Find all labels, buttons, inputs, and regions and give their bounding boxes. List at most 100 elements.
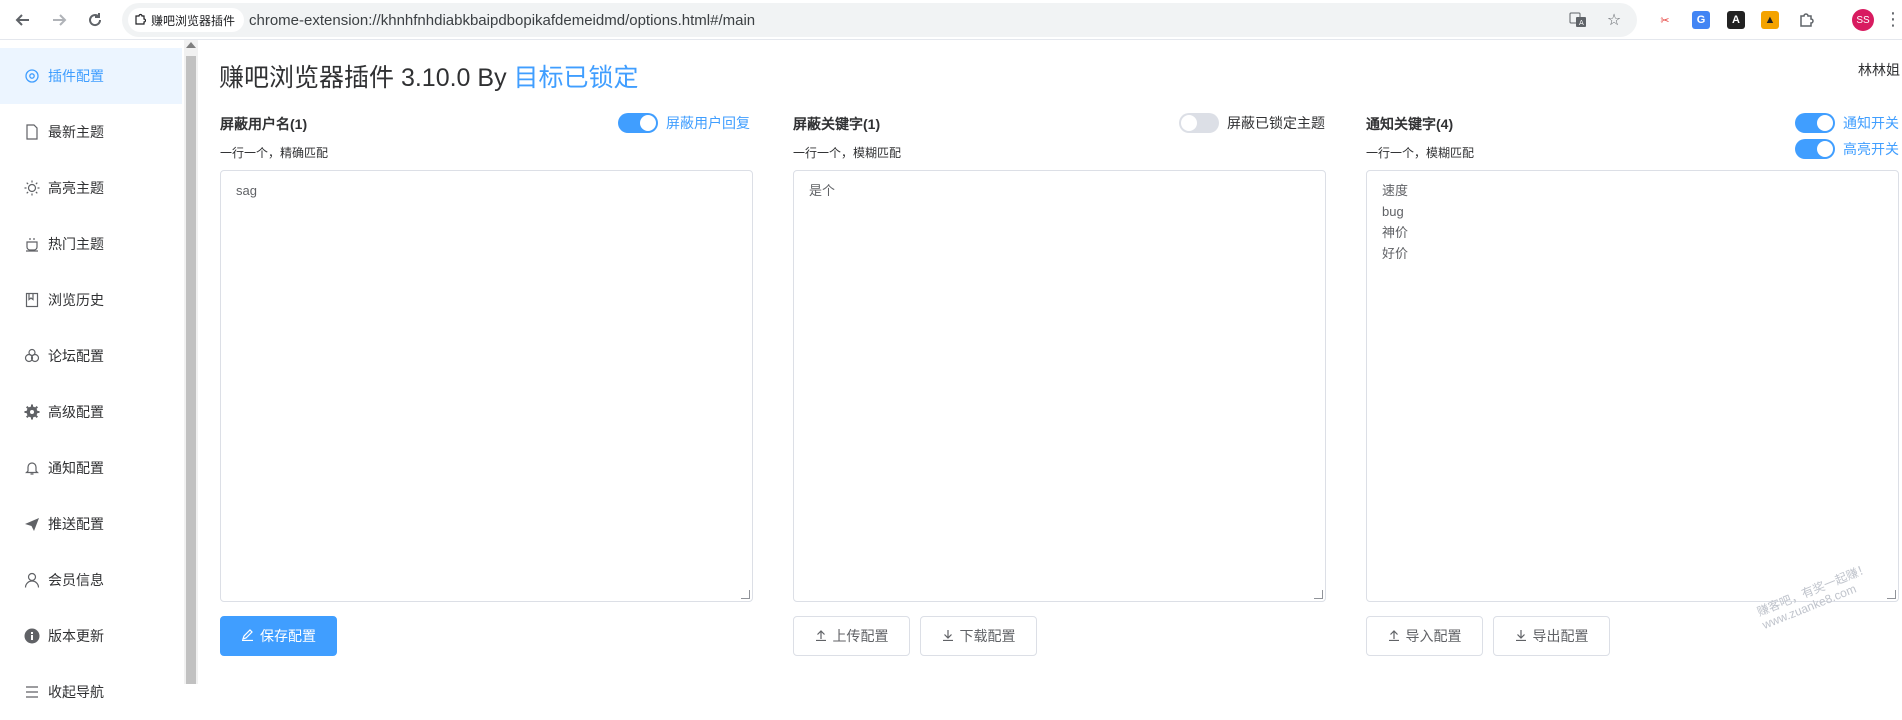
sidebar-item-label: 论坛配置 (48, 348, 104, 364)
extension-dark-icon[interactable]: A (1727, 11, 1745, 29)
button-label: 保存配置 (260, 628, 316, 644)
download-config-button[interactable]: 下载配置 (920, 616, 1037, 656)
block-locked-topics-toggle[interactable]: 屏蔽已锁定主题 (1179, 113, 1325, 133)
sidebar-item-notify[interactable]: 通知配置 (0, 440, 182, 496)
extension-chip-label: 赚吧浏览器插件 (151, 13, 236, 28)
toggle-label: 高亮开关 (1843, 141, 1899, 157)
toggle-switch[interactable] (1795, 113, 1835, 133)
sidebar-item-collapse[interactable]: 收起导航 (0, 664, 182, 720)
block-users-textarea[interactable]: sag (220, 170, 753, 602)
page-title: 赚吧浏览器插件 3.10.0 By 目标已锁定 (219, 58, 639, 94)
textarea-line: 神价 (1382, 225, 1409, 240)
sidebar-item-advanced[interactable]: 高级配置 (0, 384, 182, 440)
button-label: 导入配置 (1405, 628, 1462, 644)
toggle-label: 屏蔽用户回复 (666, 115, 750, 131)
gear-icon (24, 404, 40, 420)
scroll-up-arrow-icon[interactable] (186, 42, 196, 48)
sidebar-item-forum[interactable]: 论坛配置 (0, 328, 182, 384)
sidebar-item-label: 推送配置 (48, 516, 104, 532)
download-icon (1515, 628, 1527, 644)
more-menu-icon[interactable]: ⋮ (1884, 10, 1902, 28)
sidebar-item-label: 版本更新 (48, 628, 104, 644)
send-icon (24, 516, 40, 532)
sidebar-item-label: 收起导航 (48, 684, 104, 700)
fold-icon (24, 684, 40, 700)
document-icon (24, 124, 40, 140)
button-label: 下载配置 (959, 628, 1016, 644)
sidebar-item-highlight[interactable]: 高亮主题 (0, 160, 182, 216)
svg-text:A: A (1579, 19, 1584, 27)
sun-icon (24, 180, 40, 196)
author-link[interactable]: 目标已锁定 (514, 64, 639, 92)
block-user-reply-toggle[interactable]: 屏蔽用户回复 (618, 113, 750, 133)
save-config-button[interactable]: 保存配置 (220, 616, 337, 656)
toggle-switch[interactable] (1795, 139, 1835, 159)
user-name[interactable]: 林林姐 (1858, 60, 1900, 80)
textarea-line: sag (236, 183, 257, 198)
edit-icon (241, 628, 254, 644)
extension-orange-icon[interactable]: ▲ (1761, 11, 1779, 29)
download-icon (942, 628, 954, 644)
block-keywords-hint: 一行一个，模糊匹配 (793, 146, 902, 160)
upload-icon (815, 628, 827, 644)
sidebar-item-hot[interactable]: 热门主题 (0, 216, 182, 272)
translate-icon[interactable]: A (1568, 10, 1588, 30)
button-label: 导出配置 (1532, 628, 1589, 644)
toggle-label: 屏蔽已锁定主题 (1227, 115, 1325, 131)
toggle-switch[interactable] (618, 113, 658, 133)
cooperation-icon (24, 348, 40, 364)
sidebar-item-member[interactable]: 会员信息 (0, 552, 182, 608)
upload-config-button[interactable]: 上传配置 (793, 616, 910, 656)
block-users-title: 屏蔽用户名(1) (220, 116, 308, 132)
upload-icon (1388, 628, 1400, 644)
resize-grip-icon[interactable] (741, 590, 750, 599)
extension-translate-icon[interactable]: G (1692, 11, 1710, 29)
bookmark-star-icon[interactable]: ☆ (1604, 10, 1624, 30)
sidebar-item-latest[interactable]: 最新主题 (0, 104, 182, 160)
profile-avatar[interactable]: SS (1852, 9, 1874, 31)
sidebar-item-plugin-config[interactable]: 插件配置 (0, 48, 182, 104)
button-label: 上传配置 (832, 628, 889, 644)
block-keywords-title: 屏蔽关键字(1) (793, 116, 881, 132)
browser-toolbar: 赚吧浏览器插件 chrome-extension://khnhfnhdiabkb… (0, 0, 1902, 40)
textarea-line: 是个 (809, 183, 836, 198)
toggle-switch[interactable] (1179, 113, 1219, 133)
notify-keywords-textarea[interactable]: 速度 bug 神价 好价 (1366, 170, 1899, 602)
reload-icon[interactable] (82, 7, 108, 33)
forward-arrow-icon[interactable] (46, 7, 72, 33)
highlight-toggle[interactable]: 高亮开关 (1795, 139, 1899, 159)
block-keywords-textarea[interactable]: 是个 (793, 170, 1326, 602)
notify-toggle[interactable]: 通知开关 (1795, 113, 1899, 133)
sidebar-item-push[interactable]: 推送配置 (0, 496, 182, 552)
notify-keywords-hint: 一行一个，模糊匹配 (1366, 146, 1475, 160)
toggle-label: 通知开关 (1843, 115, 1899, 131)
info-icon (24, 628, 40, 644)
resize-grip-icon[interactable] (1887, 590, 1896, 599)
extension-scissors-icon[interactable]: ✂ (1656, 11, 1674, 29)
sidebar-item-label: 高亮主题 (48, 180, 104, 196)
notebook-icon (24, 292, 40, 308)
sidebar-item-label: 浏览历史 (48, 292, 104, 308)
sidebar-item-label: 插件配置 (48, 68, 104, 84)
scrollbar-thumb[interactable] (186, 56, 196, 684)
textarea-line: 速度 (1382, 183, 1409, 198)
import-config-button[interactable]: 导入配置 (1366, 616, 1483, 656)
sidebar-item-label: 最新主题 (48, 124, 104, 140)
extensions-puzzle-icon[interactable] (1797, 11, 1815, 29)
bell-icon (24, 460, 40, 476)
block-users-hint: 一行一个，精确匹配 (220, 146, 329, 160)
textarea-line: 好价 (1382, 246, 1409, 261)
textarea-line: bug (1382, 204, 1404, 219)
resize-grip-icon[interactable] (1314, 590, 1323, 599)
sidebar-item-update[interactable]: 版本更新 (0, 608, 182, 664)
export-config-button[interactable]: 导出配置 (1493, 616, 1610, 656)
url-text[interactable]: chrome-extension://khnhfnhdiabkbaipdbopi… (249, 12, 755, 29)
sidebar-item-history[interactable]: 浏览历史 (0, 272, 182, 328)
puzzle-icon (134, 13, 147, 28)
extension-chip[interactable]: 赚吧浏览器插件 (128, 8, 245, 32)
sidebar-item-label: 热门主题 (48, 236, 104, 252)
sidebar-item-label: 高级配置 (48, 404, 104, 420)
address-bar[interactable]: 赚吧浏览器插件 chrome-extension://khnhfnhdiabkb… (122, 3, 1637, 37)
sidebar: 插件配置 最新主题 高亮主题 热门主题 浏览历史 论坛配置 高级配置 通知配置 … (0, 40, 182, 700)
back-arrow-icon[interactable] (10, 7, 36, 33)
